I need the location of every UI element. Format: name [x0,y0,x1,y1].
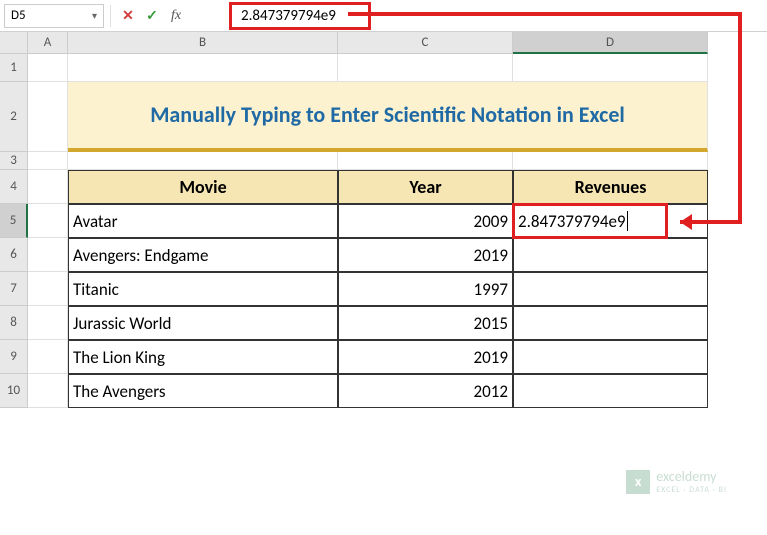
row-header-7[interactable]: 7 [0,272,28,306]
cell-year-4[interactable]: 2015 [338,306,513,340]
cancel-icon[interactable]: ✕ [117,5,139,27]
cell-d3[interactable] [513,152,708,170]
cell-revenue-4[interactable] [513,306,708,340]
cell-a7[interactable] [28,272,68,306]
cell-year-2[interactable]: 2019 [338,238,513,272]
row-header-5[interactable]: 5 [0,204,28,238]
cell-d5-active[interactable]: 2.847379794e9 [513,204,708,238]
cell-movie-6[interactable]: The Avengers [68,374,338,408]
row-header-8[interactable]: 8 [0,306,28,340]
col-header-c[interactable]: C [338,32,513,54]
formula-input[interactable]: 2.847379794e9 [193,4,763,28]
cell-a5[interactable] [28,204,68,238]
cell-movie-5[interactable]: The Lion King [68,340,338,374]
col-header-a[interactable]: A [28,32,68,54]
header-year[interactable]: Year [338,170,513,204]
spreadsheet: A B C D 1 2 Manually Typing to Enter Sci… [0,32,767,408]
cell-movie-3[interactable]: Titanic [68,272,338,306]
row-header-1[interactable]: 1 [0,54,28,82]
cell-d1[interactable] [513,54,708,82]
cell-movie-4[interactable]: Jurassic World [68,306,338,340]
text-cursor [627,211,628,231]
cell-a1[interactable] [28,54,68,82]
cell-a10[interactable] [28,374,68,408]
row-header-10[interactable]: 10 [0,374,28,408]
cell-b1[interactable] [68,54,338,82]
cell-a4[interactable] [28,170,68,204]
cell-year-3[interactable]: 1997 [338,272,513,306]
row-header-3[interactable]: 3 [0,152,28,170]
row-header-4[interactable]: 4 [0,170,28,204]
col-header-d[interactable]: D [513,32,708,54]
cell-c3[interactable] [338,152,513,170]
cell-revenue-5[interactable] [513,340,708,374]
cell-revenue-3[interactable] [513,272,708,306]
cell-b3[interactable] [68,152,338,170]
cell-year-1[interactable]: 2009 [338,204,513,238]
cell-c1[interactable] [338,54,513,82]
cell-d5-value: 2.847379794e9 [518,211,626,232]
cell-year-5[interactable]: 2019 [338,340,513,374]
row-header-9[interactable]: 9 [0,340,28,374]
watermark-tagline: EXCEL · DATA · BI [656,485,727,495]
watermark-logo-icon: x [626,470,650,494]
name-box[interactable]: D5 ▾ [4,4,104,28]
column-header-row: A B C D [0,32,767,54]
row-header-2[interactable]: 2 [0,82,28,152]
enter-icon[interactable]: ✓ [141,5,163,27]
col-header-b[interactable]: B [68,32,338,54]
title-cell[interactable]: Manually Typing to Enter Scientific Nota… [68,82,708,152]
chevron-down-icon[interactable]: ▾ [92,9,97,22]
row-header-6[interactable]: 6 [0,238,28,272]
watermark-brand: exceldemy [656,468,716,485]
cell-a8[interactable] [28,306,68,340]
header-movie[interactable]: Movie [68,170,338,204]
cell-revenue-2[interactable] [513,238,708,272]
select-all-corner[interactable] [0,32,28,54]
header-revenues[interactable]: Revenues [513,170,708,204]
cell-movie-2[interactable]: Avengers: Endgame [68,238,338,272]
formula-tools: ✕ ✓ fx [110,5,193,27]
formula-bar: D5 ▾ ✕ ✓ fx 2.847379794e9 [0,0,767,32]
cell-a2[interactable] [28,82,68,152]
page-title: Manually Typing to Enter Scientific Nota… [150,102,625,128]
cell-a3[interactable] [28,152,68,170]
name-box-value: D5 [11,8,26,23]
cell-a9[interactable] [28,340,68,374]
cell-a6[interactable] [28,238,68,272]
cell-year-6[interactable]: 2012 [338,374,513,408]
watermark: x exceldemy EXCEL · DATA · BI [626,468,727,495]
formula-text: 2.847379794e9 [241,7,336,25]
cell-movie-1[interactable]: Avatar [68,204,338,238]
fx-icon[interactable]: fx [165,5,187,27]
cell-revenue-6[interactable] [513,374,708,408]
